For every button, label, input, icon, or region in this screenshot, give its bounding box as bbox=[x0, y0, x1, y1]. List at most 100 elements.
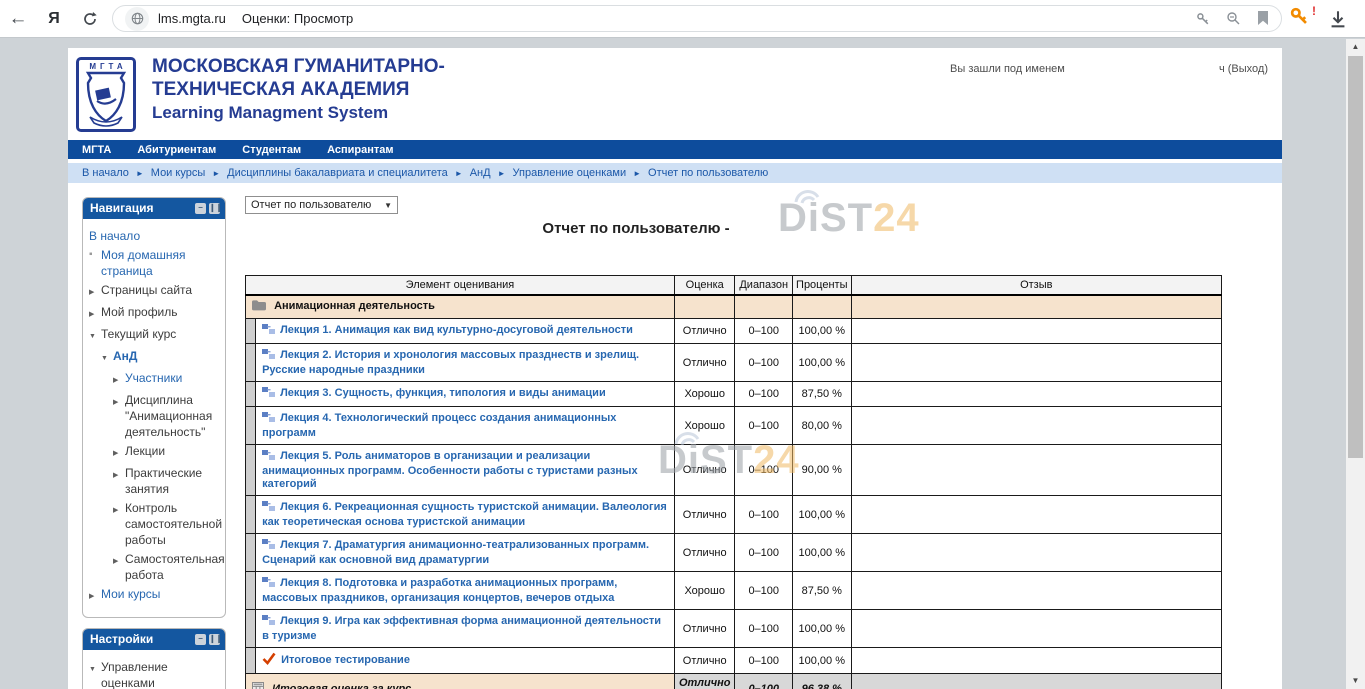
grade-item-link[interactable]: Лекция 4. Технологический процесс создан… bbox=[262, 412, 616, 439]
item-name-cell: Лекция 9. Игра как эффективная форма ани… bbox=[256, 610, 675, 648]
percent-cell: 100,00 % bbox=[793, 319, 852, 344]
block-hide-icon[interactable]: − bbox=[195, 203, 206, 214]
grade-item-link[interactable]: Лекция 7. Драматургия анимационно-театра… bbox=[262, 539, 649, 566]
navigation-item[interactable]: В начало bbox=[89, 228, 221, 244]
col-header-grade: Оценка bbox=[674, 276, 735, 296]
navigation-item[interactable]: ▶Самостоятельная работа bbox=[113, 551, 221, 583]
indent-cell bbox=[246, 319, 256, 344]
alert-badge: ! bbox=[1312, 4, 1316, 18]
col-header-item: Элемент оценивания bbox=[246, 276, 675, 296]
logo-abbr-text: МГТА bbox=[79, 62, 133, 71]
tree-collapsed-icon: ▶ bbox=[89, 304, 101, 323]
password-alert-button[interactable]: ! bbox=[1290, 7, 1309, 31]
lesson-icon bbox=[262, 576, 275, 592]
breadcrumb-separator-icon: ► bbox=[633, 169, 641, 178]
navigation-item[interactable]: ▶Лекции bbox=[113, 443, 221, 462]
address-bar[interactable]: lms.mgta.ru Оценки: Просмотр bbox=[112, 5, 1282, 32]
feedback-cell bbox=[851, 572, 1221, 610]
nav-menu-item[interactable]: Абитуриентам bbox=[137, 144, 216, 156]
logout-link[interactable]: ч (Выход) bbox=[1219, 63, 1268, 75]
browser-refresh-button[interactable] bbox=[72, 4, 108, 34]
lesson-icon bbox=[262, 538, 275, 554]
feedback-cell bbox=[851, 382, 1221, 407]
navigation-item[interactable]: ▶Мой профиль bbox=[89, 304, 221, 323]
breadcrumb-separator-icon: ► bbox=[136, 169, 144, 178]
key-icon[interactable] bbox=[1196, 12, 1210, 26]
block-dock-icon[interactable]: ❙❙ bbox=[209, 634, 220, 645]
range-cell: 0–100 bbox=[735, 572, 793, 610]
col-header-percent: Проценты bbox=[793, 276, 852, 296]
tree-item-label: Мои курсы bbox=[101, 586, 160, 605]
navigation-item[interactable]: ▶Дисциплина "Анимационная деятельность" bbox=[113, 392, 221, 440]
lesson-icon bbox=[262, 449, 275, 465]
grade-item-link[interactable]: Лекция 9. Игра как эффективная форма ани… bbox=[262, 615, 661, 642]
item-name-cell: Лекция 3. Сущность, функция, типология и… bbox=[256, 382, 675, 407]
item-name-cell: Лекция 6. Рекреационная сущность туристс… bbox=[256, 496, 675, 534]
breadcrumb-link[interactable]: В начало bbox=[82, 167, 129, 179]
tree-item-label: Мой профиль bbox=[101, 304, 178, 323]
navigation-item[interactable]: ▼Текущий курс bbox=[89, 326, 221, 345]
navigation-item[interactable]: ▶Мои курсы bbox=[89, 586, 221, 605]
feedback-cell bbox=[851, 496, 1221, 534]
grade-item-link[interactable]: Лекция 5. Роль аниматоров в организации … bbox=[262, 450, 638, 490]
login-prefix: Вы зашли под именем bbox=[950, 63, 1065, 75]
course-total-row: Итоговая оценка за курс Отлично(96,38 %)… bbox=[246, 674, 1222, 689]
category-label: Анимационная деятельность bbox=[274, 300, 435, 312]
block-dock-icon[interactable]: ❙❙ bbox=[209, 203, 220, 214]
table-header-row: Элемент оценивания Оценка Диапазон Проце… bbox=[246, 276, 1222, 296]
percent-cell: 100,00 % bbox=[793, 648, 852, 674]
table-row: Лекция 9. Игра как эффективная форма ани… bbox=[246, 610, 1222, 648]
grade-item-link[interactable]: Лекция 6. Рекреационная сущность туристс… bbox=[262, 501, 667, 528]
feedback-cell bbox=[851, 648, 1221, 674]
settings-tree: ▼Управление оценкамиОбзорный отчетОтчет … bbox=[83, 650, 225, 689]
zoom-search-icon[interactable] bbox=[1226, 11, 1241, 26]
navigation-item[interactable]: ▪Моя домашняя страница bbox=[89, 247, 221, 279]
grade-item-link[interactable]: Лекция 8. Подготовка и разработка анимац… bbox=[262, 577, 617, 604]
table-row: Итоговое тестированиеОтлично(100,00 %)0–… bbox=[246, 648, 1222, 674]
block-hide-icon[interactable]: − bbox=[195, 634, 206, 645]
breadcrumb-link[interactable]: АнД bbox=[470, 167, 491, 179]
breadcrumb-link[interactable]: Мои курсы bbox=[151, 167, 205, 179]
download-icon[interactable] bbox=[1329, 10, 1347, 28]
vertical-scrollbar[interactable]: ▲ ▼ bbox=[1346, 39, 1365, 689]
percent-cell: 80,00 % bbox=[793, 407, 852, 445]
settings-item[interactable]: ▼Управление оценками bbox=[89, 659, 221, 689]
tree-item-label: Контроль самостоятельной работы bbox=[125, 500, 222, 548]
indent-cell bbox=[246, 610, 256, 648]
grade-item-link[interactable]: Итоговое тестирование bbox=[281, 654, 410, 666]
scroll-up-arrow-icon[interactable]: ▲ bbox=[1346, 39, 1365, 55]
col-header-range: Диапазон bbox=[735, 276, 793, 296]
range-cell: 0–100 bbox=[735, 534, 793, 572]
nav-menu-item[interactable]: Студентам bbox=[242, 144, 301, 156]
total-percent-cell: 96,38 % bbox=[793, 674, 852, 689]
navigation-item[interactable]: ▼АнД bbox=[101, 348, 221, 367]
navigation-item[interactable]: ▶Практические занятия bbox=[113, 465, 221, 497]
scroll-down-arrow-icon[interactable]: ▼ bbox=[1346, 673, 1365, 689]
item-name-cell: Лекция 7. Драматургия анимационно-театра… bbox=[256, 534, 675, 572]
indent-cell bbox=[246, 572, 256, 610]
grade-item-link[interactable]: Лекция 1. Анимация как вид культурно-дос… bbox=[280, 324, 633, 336]
tree-item-label: Моя домашняя страница bbox=[101, 247, 221, 279]
feedback-cell bbox=[851, 407, 1221, 445]
grade-item-link[interactable]: Лекция 2. История и хронология массовых … bbox=[262, 349, 639, 376]
yandex-home-button[interactable]: Я bbox=[36, 4, 72, 34]
indent-cell bbox=[246, 344, 256, 382]
indent-cell bbox=[246, 445, 256, 496]
breadcrumb-link[interactable]: Дисциплины бакалавриата и специалитета bbox=[227, 167, 448, 179]
bookmark-icon[interactable] bbox=[1257, 11, 1269, 26]
indent-cell bbox=[246, 382, 256, 407]
feedback-cell bbox=[851, 319, 1221, 344]
breadcrumb-link[interactable]: Управление оценками bbox=[513, 167, 627, 179]
nav-menu-item[interactable]: МГТА bbox=[82, 144, 111, 156]
grade-item-link[interactable]: Лекция 3. Сущность, функция, типология и… bbox=[280, 387, 606, 399]
navigation-item[interactable]: ▶Страницы сайта bbox=[89, 282, 221, 301]
table-row: Лекция 3. Сущность, функция, типология и… bbox=[246, 382, 1222, 407]
navigation-item[interactable]: ▶Участники bbox=[113, 370, 221, 389]
main-content: Отчет по пользователю ▼ Отчет по пользов… bbox=[240, 192, 1282, 689]
browser-back-button[interactable]: ← bbox=[0, 4, 36, 34]
grade-cell: Отлично(90,00 %) bbox=[674, 445, 735, 496]
report-type-select[interactable]: Отчет по пользователю ▼ bbox=[245, 196, 398, 214]
nav-menu-item[interactable]: Аспирантам bbox=[327, 144, 393, 156]
scrollbar-thumb[interactable] bbox=[1348, 56, 1363, 458]
navigation-item[interactable]: ▶Контроль самостоятельной работы bbox=[113, 500, 221, 548]
